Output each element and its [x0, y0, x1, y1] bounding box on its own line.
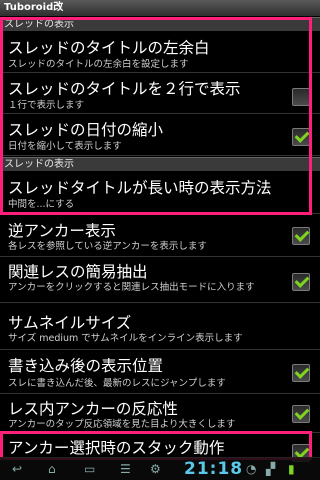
notification-icon: ⚙	[150, 462, 161, 476]
pref-title: 書き込み後の表示位置	[8, 357, 164, 375]
app-title: Tuboroid改	[4, 2, 64, 13]
pref-title: アンカー選択時のスタック動作	[8, 439, 225, 457]
home-icon[interactable]: ⌂	[48, 462, 56, 476]
signal-icon: ▞	[266, 462, 276, 476]
pref-summary: １行で表示します	[8, 100, 85, 111]
pref-reverse-anchor-display[interactable]: 逆アンカー表示 各レスを参照している逆アンカーを表示します	[0, 216, 320, 257]
pref-anchor-reactivity[interactable]: レス内アンカーの反応性 アンカーのタップ反応領域を見た目より大きくします	[0, 395, 320, 433]
battery-icon: ▮	[288, 462, 295, 476]
pref-title: 関連レスの簡易抽出	[8, 263, 148, 281]
back-icon[interactable]: ↩	[12, 462, 22, 476]
checkbox-checked-icon[interactable]	[292, 273, 310, 291]
pref-title: スレッドタイトルが長い時の表示方法	[8, 179, 272, 197]
checkbox-checked-icon[interactable]	[292, 128, 310, 146]
pref-long-title-display-method[interactable]: スレッドタイトルが長い時の表示方法 中間を...にする	[0, 172, 320, 214]
pref-title: サムネイルサイズ	[8, 314, 132, 332]
pref-title: 逆アンカー表示	[8, 222, 116, 240]
wifi-icon: ◔	[246, 462, 257, 476]
status-clock: 21:18	[184, 459, 244, 479]
pref-summary: アンカーのタップ反応領域を見た目より大きくします	[8, 419, 236, 430]
checkbox-checked-icon[interactable]	[292, 405, 310, 423]
pref-summary: スレに書き込んだ後、最新のレスにジャンプします	[8, 378, 226, 389]
pref-title: スレッドのタイトルの左余白	[8, 39, 210, 57]
pref-title: スレッドのタイトルを２行で表示	[8, 80, 241, 98]
checkbox-unchecked-icon[interactable]	[292, 88, 310, 106]
pref-summary: アンカーをクリックすると関連レス抽出モードに入ります	[8, 282, 255, 293]
pref-title: レス内アンカーの反応性	[8, 400, 178, 418]
pref-title: スレッドの日付の縮小	[8, 121, 164, 139]
recent-apps-icon[interactable]: ▭	[84, 462, 95, 476]
pref-summary: スレッドのタイトルの左余白を設定します	[8, 59, 189, 70]
pref-related-res-extract[interactable]: 関連レスの簡易抽出 アンカーをクリックすると関連レス抽出モードに入ります	[0, 258, 320, 303]
pref-summary: サイズ medium でサムネイルをインライン表示します	[8, 333, 243, 344]
pref-thread-title-two-lines[interactable]: スレッドのタイトルを２行で表示 １行で表示します	[0, 74, 320, 114]
section-header-label: スレッドの表示	[4, 19, 74, 30]
checkbox-checked-icon[interactable]	[292, 364, 310, 382]
pref-post-write-position[interactable]: 書き込み後の表示位置 スレに書き込んだ後、最新のレスにジャンプします	[0, 351, 320, 394]
pref-summary: 日付を縮小して表示します	[8, 141, 122, 152]
checkbox-checked-icon[interactable]	[292, 227, 310, 245]
menu-icon[interactable]: ☰	[120, 462, 131, 476]
pref-thread-title-left-margin[interactable]: スレッドのタイトルの左余白 スレッドのタイトルの左余白を設定します	[0, 32, 320, 73]
section-header-thread-display-2: スレッドの表示	[0, 157, 320, 171]
system-navigation-bar: ↩ ⌂ ▭ ☰ ⚙ 21:18 ◔ ▞ ▮	[0, 457, 320, 480]
section-header-thread-display: スレッドの表示	[0, 17, 320, 31]
pref-thread-date-shrink[interactable]: スレッドの日付の縮小 日付を縮小して表示します	[0, 115, 320, 156]
pref-summary: 各レスを参照している逆アンカーを表示します	[8, 241, 207, 252]
app-title-bar: Tuboroid改	[0, 0, 320, 16]
pref-thumbnail-size[interactable]: サムネイルサイズ サイズ medium でサムネイルをインライン表示します	[0, 304, 320, 350]
section-header-label: スレッドの表示	[4, 159, 74, 170]
pref-summary: 中間を...にする	[8, 199, 75, 210]
